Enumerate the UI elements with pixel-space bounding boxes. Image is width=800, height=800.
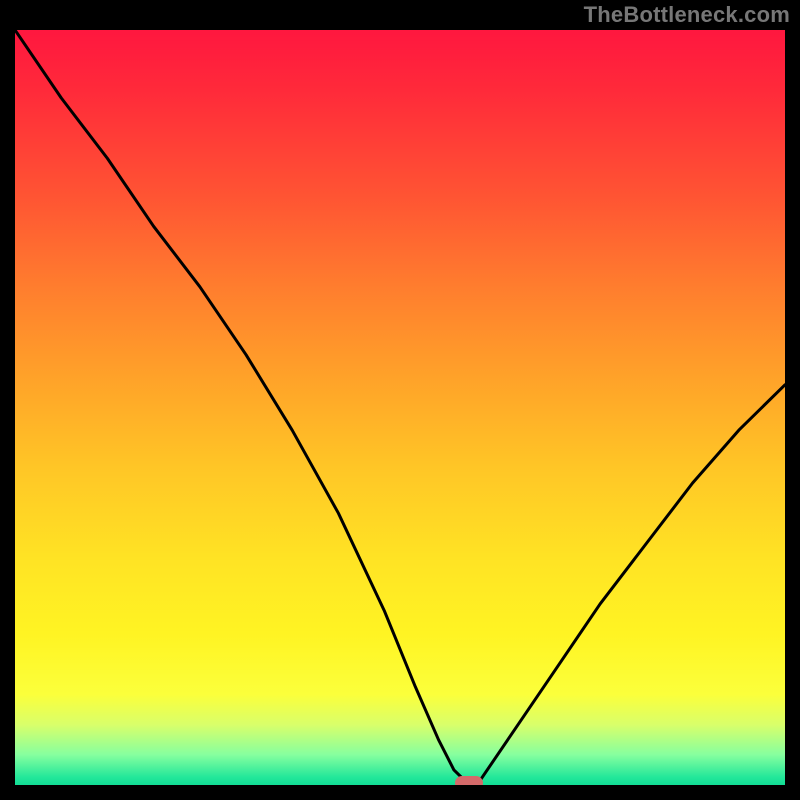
chart-frame: TheBottleneck.com [0,0,800,800]
watermark-text: TheBottleneck.com [584,2,790,28]
plot-area [15,30,785,785]
curve-path [15,30,785,785]
optimal-marker [455,776,483,785]
bottleneck-curve [15,30,785,785]
